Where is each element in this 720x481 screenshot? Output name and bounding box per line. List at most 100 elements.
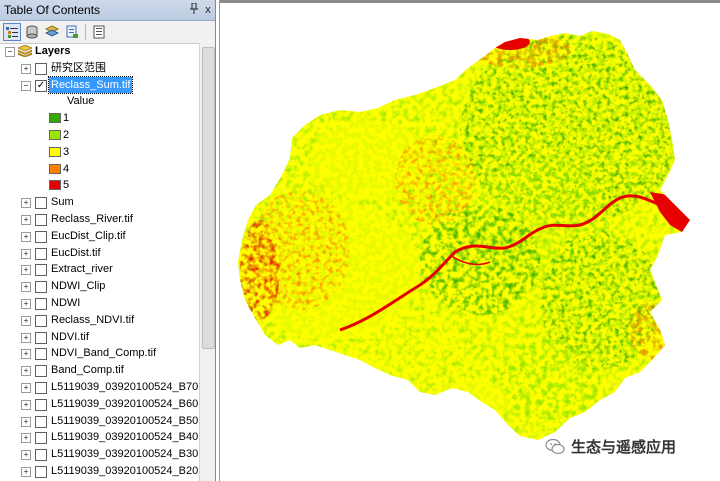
expand-icon[interactable]: + [21, 450, 31, 461]
expand-icon[interactable]: + [21, 433, 31, 444]
legend-class-5[interactable]: 5 [0, 177, 199, 194]
collapse-icon[interactable]: − [21, 80, 31, 91]
layer-item[interactable]: + L5119039_03920100524_B30.TI [0, 446, 211, 463]
visibility-checkbox[interactable] [35, 348, 47, 361]
visibility-checkbox-checked[interactable]: ✓ [35, 79, 47, 92]
layer-label: 研究区范围 [51, 61, 106, 74]
legend-swatch[interactable] [49, 113, 61, 124]
layer-item[interactable]: + NDVI.tif [0, 329, 199, 346]
layer-label: L5119039_03920100524_B20.TI [51, 464, 212, 477]
visibility-checkbox[interactable] [35, 398, 47, 411]
layer-label: Extract_river [51, 263, 113, 276]
layer-label: NDVI.tif [51, 330, 89, 343]
layer-item[interactable]: + NDWI_Clip [0, 278, 199, 295]
layer-item[interactable]: + Band_Comp.tif [0, 362, 199, 379]
visibility-checkbox[interactable] [35, 197, 47, 210]
legend-heading: Value [67, 95, 95, 108]
layer-item[interactable]: + Extract_river [0, 261, 199, 278]
layer-item[interactable]: + EucDist.tif [0, 245, 199, 262]
expand-icon[interactable]: + [21, 214, 31, 225]
legend-class-1[interactable]: 1 [0, 110, 199, 127]
visibility-checkbox[interactable] [35, 264, 47, 277]
layer-item[interactable]: + NDWI [0, 295, 199, 312]
expand-icon[interactable]: + [21, 63, 31, 74]
visibility-checkbox[interactable] [35, 213, 47, 226]
layer-item[interactable]: + Reclass_River.tif [0, 211, 199, 228]
expand-icon[interactable]: + [21, 248, 31, 259]
watermark-text: 生态与遥感应用 [571, 439, 677, 456]
visibility-checkbox[interactable] [35, 297, 47, 310]
collapse-icon[interactable]: − [5, 47, 15, 57]
wechat-icon [545, 438, 565, 454]
legend-class-2[interactable]: 2 [0, 127, 199, 144]
watermark: 生态与遥感应用 [545, 436, 676, 457]
layers-icon [16, 44, 34, 58]
layer-label-selected[interactable]: Reclass_Sum.tif [47, 75, 134, 95]
close-icon[interactable]: x [201, 4, 215, 16]
layer-item[interactable]: + L5119039_03920100524_B60.TI [0, 396, 211, 413]
list-by-selection-icon[interactable] [63, 23, 81, 41]
legend-class-label: 3 [63, 145, 70, 158]
expand-icon[interactable]: + [21, 382, 31, 393]
list-by-source-icon[interactable] [23, 23, 41, 41]
layer-item-reclass-sum[interactable]: − ✓ Reclass_Sum.tif [0, 75, 199, 95]
list-by-visibility-icon[interactable] [43, 23, 61, 41]
layer-item[interactable]: + L5119039_03920100524_B40.TI [0, 429, 211, 446]
layer-label: EucDist_Clip.tif [51, 229, 126, 242]
legend-swatch[interactable] [49, 129, 61, 140]
pin-icon[interactable] [187, 2, 201, 17]
options-icon[interactable] [90, 23, 108, 41]
visibility-checkbox[interactable] [35, 381, 47, 394]
legend-class-4[interactable]: 4 [0, 161, 199, 178]
legend-class-label: 2 [63, 128, 70, 141]
expand-icon[interactable]: + [21, 198, 31, 209]
layer-item[interactable]: + EucDist_Clip.tif [0, 228, 199, 245]
layer-item[interactable]: + Sum [0, 194, 199, 211]
visibility-checkbox[interactable] [35, 465, 47, 478]
expand-icon[interactable]: + [21, 416, 31, 427]
list-by-drawing-order-icon[interactable] [3, 23, 21, 41]
visibility-checkbox[interactable] [35, 281, 47, 294]
visibility-checkbox[interactable] [35, 415, 47, 428]
visibility-checkbox[interactable] [35, 331, 47, 344]
expand-icon[interactable]: + [21, 466, 31, 477]
visibility-checkbox[interactable] [35, 449, 47, 462]
map-view[interactable] [219, 0, 720, 481]
layer-item[interactable]: + NDVI_Band_Comp.tif [0, 345, 199, 362]
scrollbar-thumb[interactable] [202, 47, 215, 349]
visibility-checkbox[interactable] [35, 314, 47, 327]
layer-item[interactable]: + L5119039_03920100524_B70.TI [0, 379, 211, 396]
toc-scrollbar[interactable] [199, 43, 215, 481]
visibility-checkbox[interactable] [35, 62, 47, 75]
legend-swatch[interactable] [49, 163, 61, 174]
expand-icon[interactable]: + [21, 399, 31, 410]
expand-icon[interactable]: + [21, 315, 31, 326]
layer-tree: − Layers + 研究区范围 − ✓ Reclass_Sum.tif Val… [0, 43, 211, 481]
expand-icon[interactable]: + [21, 298, 31, 309]
suitability-raster-map[interactable] [220, 0, 720, 481]
visibility-checkbox[interactable] [35, 432, 47, 445]
visibility-checkbox[interactable] [35, 230, 47, 243]
legend-class-label: 5 [63, 179, 70, 192]
layer-item[interactable]: + Reclass_NDVI.tif [0, 312, 199, 329]
legend-swatch[interactable] [49, 146, 61, 157]
expand-icon[interactable]: + [21, 231, 31, 242]
expand-icon[interactable]: + [21, 366, 31, 377]
expand-icon[interactable]: + [21, 349, 31, 360]
layer-label: Band_Comp.tif [51, 364, 124, 377]
visibility-checkbox[interactable] [35, 247, 47, 260]
layer-item[interactable]: + L5119039_03920100524_B50.TI [0, 413, 211, 430]
layer-label: L5119039_03920100524_B40.TI [51, 431, 212, 444]
visibility-checkbox[interactable] [35, 365, 47, 378]
legend-class-3[interactable]: 3 [0, 144, 199, 161]
legend-swatch[interactable] [49, 180, 61, 191]
expand-icon[interactable]: + [21, 282, 31, 293]
toc-titlebar: Table Of Contents x [0, 0, 215, 21]
expand-icon[interactable]: + [21, 332, 31, 343]
layer-item-study-area[interactable]: + 研究区范围 [0, 60, 199, 77]
layer-label: L5119039_03920100524_B70.TI [51, 380, 212, 393]
legend-class-label: 4 [63, 162, 70, 175]
expand-icon[interactable]: + [21, 265, 31, 276]
layer-item[interactable]: + L5119039_03920100524_B20.TI [0, 463, 211, 480]
layers-root[interactable]: − Layers [0, 43, 199, 60]
